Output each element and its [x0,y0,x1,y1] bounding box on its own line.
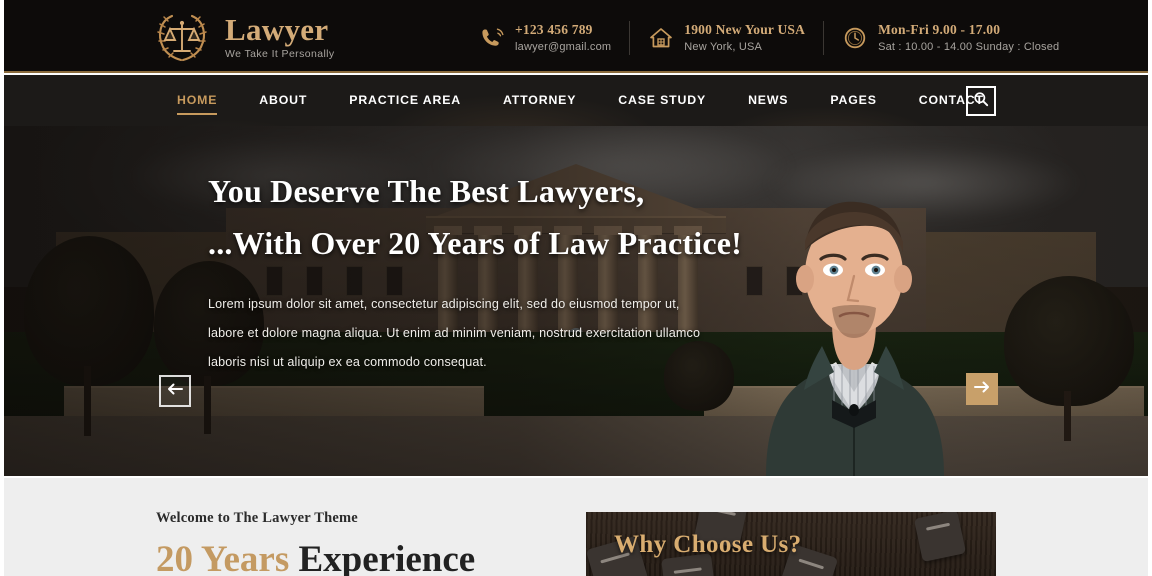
nav-item-attorney[interactable]: ATTORNEY [482,75,597,126]
welcome-eyebrow: Welcome to The Lawyer Theme [156,510,358,526]
brand-tagline: We Take It Personally [225,47,335,60]
hero-headline-line-1: You Deserve The Best Lawyers, [208,173,645,209]
contact-address-text: 1900 New Your USA New York, USA [684,22,805,55]
nav-item-home[interactable]: HOME [156,75,238,126]
brand-name: Lawyer [225,12,329,48]
top-bar: Lawyer We Take It Personally +123 456 78… [4,0,1148,73]
site-logo[interactable]: Lawyer We Take It Personally [152,7,335,65]
scales-of-justice-laurel-icon [152,7,212,65]
nav-item-case-study[interactable]: CASE STUDY [597,75,727,126]
nav-menu: HOME ABOUT PRACTICE AREA ATTORNEY CASE S… [156,75,1005,126]
why-choose-us-title: Why Choose Us? [614,531,802,558]
hero-slider: You Deserve The Best Lawyers, ...With Ov… [4,126,1148,476]
welcome-heading-rest: Experience [289,539,476,576]
contact-phone-primary: +123 456 789 [515,21,593,37]
contact-address-secondary: New York, USA [684,40,763,53]
contact-phone[interactable]: +123 456 789 lawyer@gmail.com [479,20,611,56]
nav-item-about[interactable]: ABOUT [238,75,328,126]
arrow-left-icon [167,382,183,400]
contact-hours[interactable]: Mon-Fri 9.00 - 17.00 Sat : 10.00 - 14.00… [842,20,1059,56]
nav-item-news[interactable]: NEWS [727,75,809,126]
slider-next-button[interactable] [966,373,998,405]
arrow-right-icon [974,380,990,398]
contact-phone-secondary: lawyer@gmail.com [515,40,612,53]
hero-headline-line-2: ...With Over 20 Years of Law Practice! [208,224,742,261]
search-button[interactable] [966,86,996,116]
contact-divider-2 [823,21,825,55]
welcome-heading: 20 Years Experience [156,539,476,576]
clock-icon [842,25,868,51]
contact-hours-secondary: Sat : 10.00 - 14.00 Sunday : Closed [878,40,1060,53]
slider-prev-button[interactable] [159,375,191,407]
nav-item-practice-area[interactable]: PRACTICE AREA [328,75,482,126]
contact-hours-primary: Mon-Fri 9.00 - 17.00 [878,21,1001,37]
contact-divider-1 [629,21,631,55]
hero-paragraph: Lorem ipsum dolor sit amet, consectetur … [208,296,701,370]
brand-text: Lawyer We Take It Personally [225,12,335,60]
search-icon [973,91,989,112]
page-root: Lawyer We Take It Personally +123 456 78… [0,0,1152,576]
nav-item-pages[interactable]: PAGES [809,75,897,126]
why-choose-us-panel: Why Choose Us? [586,512,996,576]
home-icon [648,25,674,51]
contact-address[interactable]: 1900 New Your USA New York, USA [648,20,805,56]
welcome-heading-highlight: 20 Years [156,539,290,576]
document-card-icon [913,512,967,563]
contact-info-row: +123 456 789 lawyer@gmail.com 1900 New Y… [479,20,1059,56]
contact-phone-text: +123 456 789 lawyer@gmail.com [515,22,611,55]
contact-address-primary: 1900 New Your USA [684,21,806,37]
contact-hours-text: Mon-Fri 9.00 - 17.00 Sat : 10.00 - 14.00… [878,22,1059,55]
hero-content: You Deserve The Best Lawyers, ...With Ov… [208,166,768,377]
phone-icon [479,25,505,51]
